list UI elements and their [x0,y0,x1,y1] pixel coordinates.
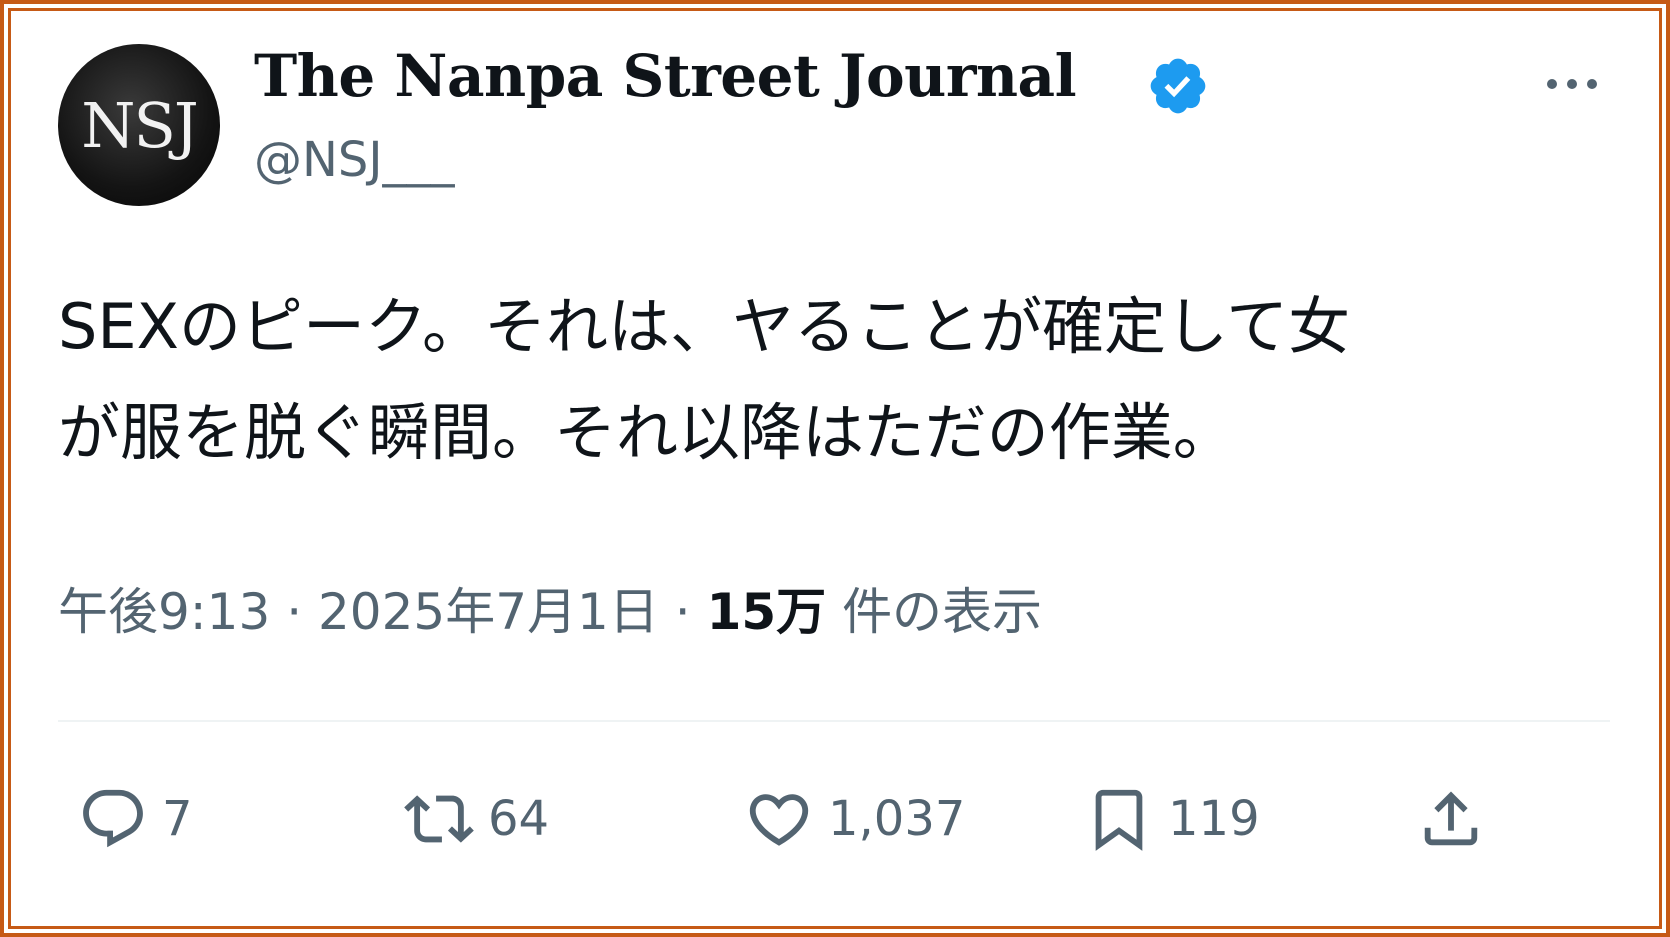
tweet-text: SEXのピーク。それは、ヤることが確定して女 が服を脱ぐ瞬間。それ以降はただの作… [58,274,1558,486]
retweet-count: 64 [488,791,550,847]
user-handle[interactable]: @NSJ___ [254,132,455,188]
tweet-time[interactable]: 午後9:13 [58,583,270,641]
verified-badge-icon [1150,58,1206,114]
views-count: 15万 [706,583,827,641]
avatar-text: NSJ [81,88,199,162]
avatar[interactable]: NSJ [58,44,220,206]
tweet-date[interactable]: 2025年7月1日 [318,583,659,641]
views-label: 件の表示 [842,583,1043,641]
tweet-text-line-2: が服を脱ぐ瞬間。それ以降はただの作業。 [58,396,1235,469]
share-button[interactable] [1416,784,1486,854]
retweet-icon [404,795,474,843]
reply-button[interactable]: 7 [78,784,193,854]
reply-icon [83,789,143,848]
divider [58,720,1610,722]
meta-separator: · [674,583,707,641]
reply-count: 7 [162,791,193,847]
bookmark-button[interactable]: 119 [1084,784,1260,854]
like-count: 1,037 [828,791,966,847]
meta-separator: · [286,583,318,641]
tweet-meta: 午後9:13 · 2025年7月1日 · 15万 件の表示 [58,572,1042,644]
bookmark-count: 119 [1168,791,1260,847]
more-options-icon[interactable] [1540,64,1604,104]
share-icon [1424,791,1478,846]
tweet-text-line-1: SEXのピーク。それは、ヤることが確定して女 [58,290,1351,363]
display-name[interactable]: The Nanpa Street Journal [254,42,1077,110]
like-button[interactable]: 1,037 [744,784,965,854]
retweet-button[interactable]: 64 [404,784,549,854]
bookmark-icon [1095,789,1143,851]
heart-icon [749,794,809,846]
screenshot-frame: NSJ The Nanpa Street Journal @NSJ___ SEX… [0,0,1670,937]
